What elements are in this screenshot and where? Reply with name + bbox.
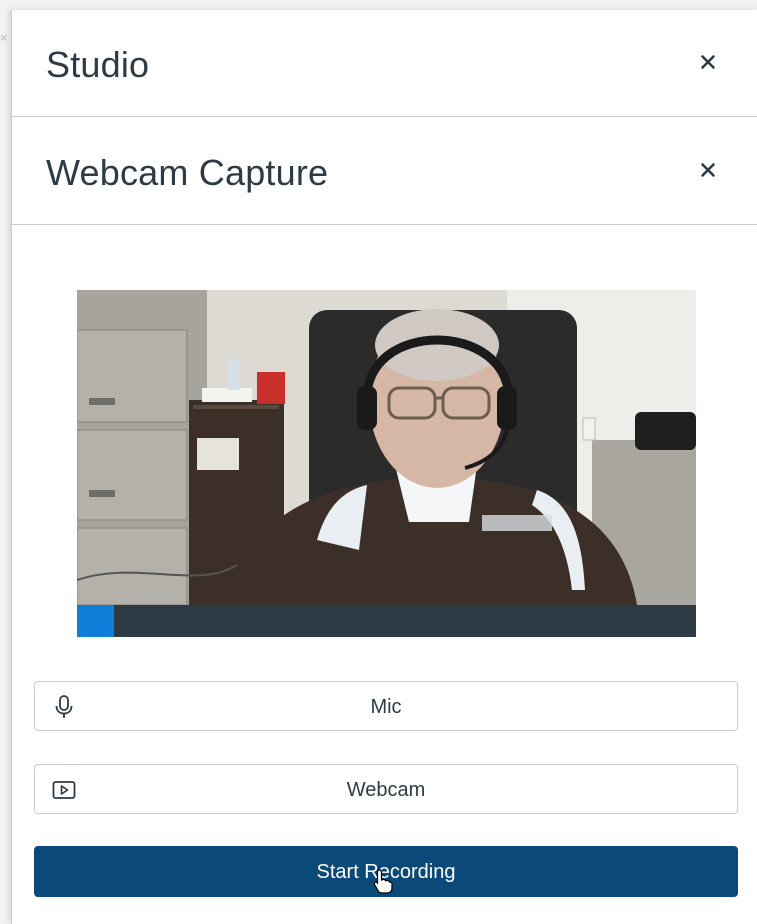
audio-level-fill <box>77 605 115 637</box>
close-icon <box>701 163 715 177</box>
hand-cursor-icon <box>373 869 393 894</box>
mic-toggle-label: Mic <box>370 696 402 718</box>
webcam-preview <box>77 290 696 637</box>
close-icon <box>701 55 715 69</box>
webcam-capture-title: Webcam Capture <box>46 152 329 193</box>
studio-title: Studio <box>46 44 150 85</box>
mic-toggle-button[interactable]: Mic <box>34 681 738 731</box>
webcam-video-feed <box>77 290 696 605</box>
studio-close-button[interactable] <box>696 50 720 74</box>
audio-level-meter <box>77 605 696 637</box>
webcam-capture-close-button[interactable] <box>696 158 720 182</box>
webcam-toggle-button[interactable]: Webcam <box>34 764 738 814</box>
webcam-toggle-label: Webcam <box>346 779 426 801</box>
studio-header: Studio <box>12 10 757 117</box>
webcam-capture-header: Webcam Capture <box>12 118 757 225</box>
studio-tray: Studio Webcam Capture Mic Webcam Start R… <box>11 10 757 924</box>
webcam-scene-image <box>77 290 696 605</box>
